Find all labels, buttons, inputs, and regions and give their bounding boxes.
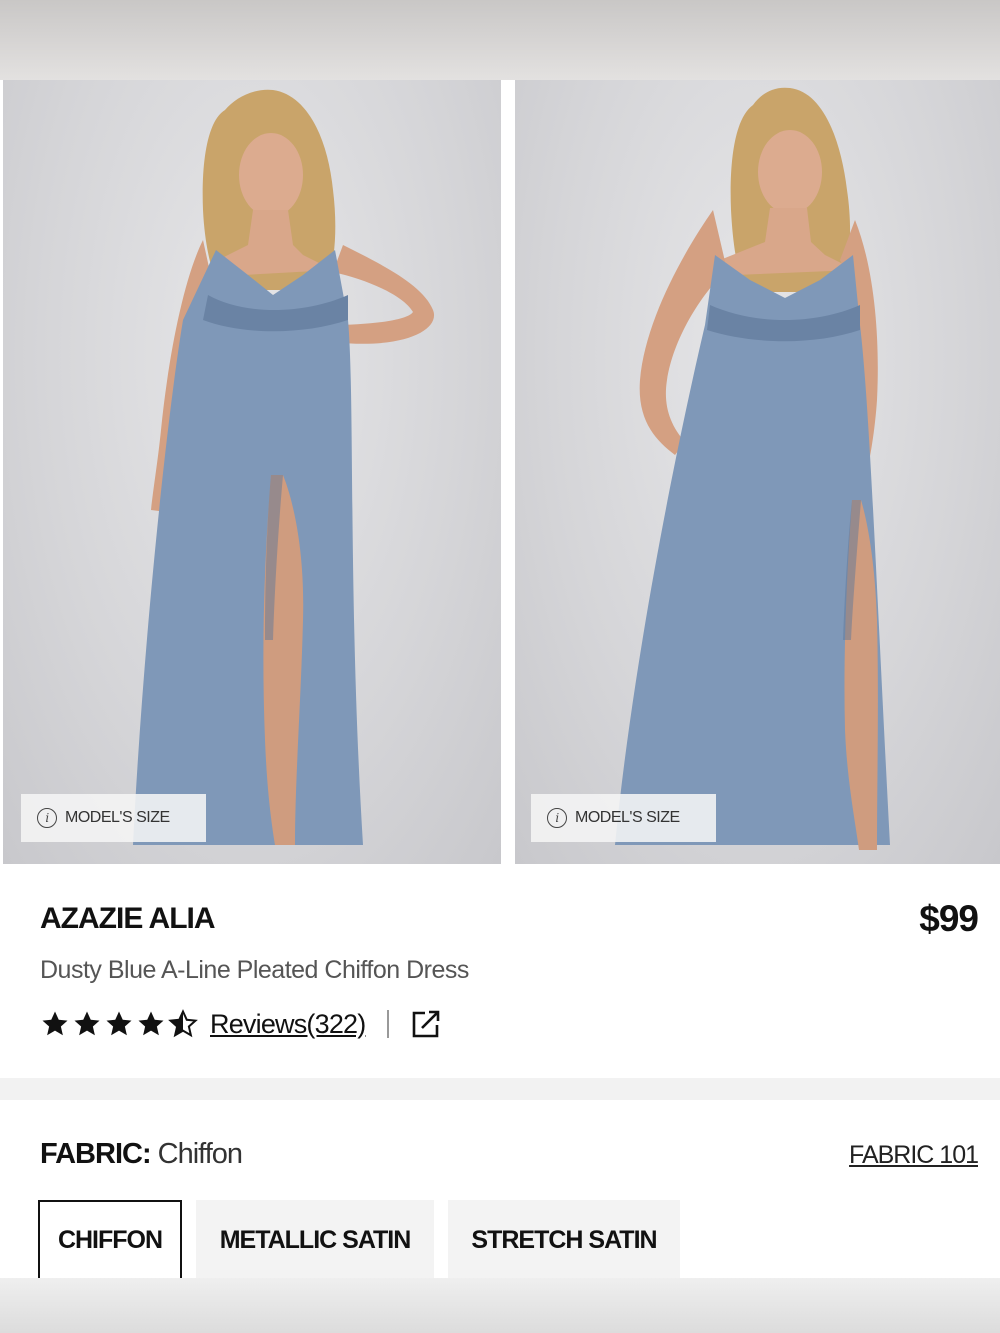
product-subtitle: Dusty Blue A-Line Pleated Chiffon Dress [40, 956, 469, 984]
product-photo-side[interactable]: i MODEL'S SIZE [515, 80, 1000, 864]
fabric-101-link[interactable]: FABRIC 101 [849, 1141, 979, 1170]
top-bar [0, 0, 1000, 80]
fabric-option-chiffon[interactable]: CHIFFON [38, 1200, 182, 1280]
star-filled-icon [106, 1011, 132, 1036]
fabric-label: FABRIC: Chiffon [40, 1138, 243, 1171]
info-icon: i [547, 808, 567, 828]
section-divider [0, 1078, 1000, 1100]
fabric-options: CHIFFON METALLIC SATIN STRETCH SATIN [38, 1200, 680, 1280]
models-size-label: MODEL'S SIZE [575, 809, 680, 826]
fabric-option-stretch-satin[interactable]: STRETCH SATIN [448, 1200, 680, 1280]
info-icon: i [37, 808, 57, 828]
star-filled-icon [74, 1011, 100, 1036]
reviews-link[interactable]: Reviews(322) [210, 1009, 366, 1040]
product-photo-front[interactable]: i MODEL'S SIZE [3, 80, 501, 864]
fabric-option-metallic-satin[interactable]: METALLIC SATIN [196, 1200, 434, 1280]
star-filled-icon [42, 1011, 68, 1036]
star-half-icon [168, 1009, 198, 1038]
star-rating [40, 1009, 198, 1039]
divider [387, 1010, 390, 1038]
product-name: AZAZIE ALIA [40, 902, 216, 935]
fabric-label-value: Chiffon [157, 1138, 243, 1170]
models-size-label: MODEL'S SIZE [65, 809, 170, 826]
fabric-label-key: FABRIC: [40, 1138, 152, 1170]
models-size-button[interactable]: i MODEL'S SIZE [531, 794, 716, 842]
bottom-bar [0, 1278, 1000, 1333]
models-size-button[interactable]: i MODEL'S SIZE [21, 794, 206, 842]
star-filled-icon [138, 1011, 164, 1036]
product-price: $99 [919, 898, 979, 939]
model-figure [133, 89, 435, 845]
external-link-icon[interactable] [409, 1007, 443, 1041]
model-figure [615, 87, 890, 850]
product-gallery: i MODEL'S SIZE i MODEL'S SIZE [0, 80, 1000, 864]
rating-row: Reviews(322) [40, 1002, 443, 1046]
